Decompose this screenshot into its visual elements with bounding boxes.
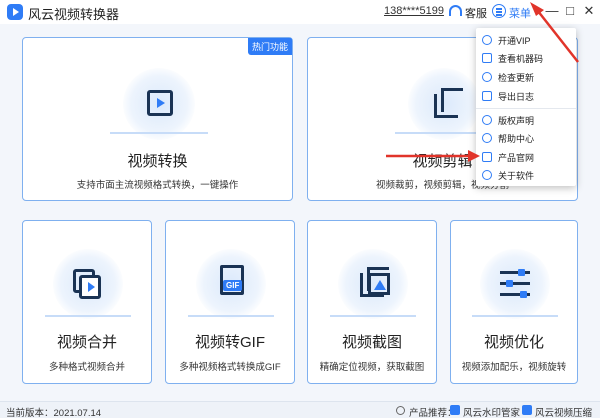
card-title: 视频优化 [483,334,544,351]
machine-code-icon [482,53,492,63]
dropdown-menu: 开通VIP 查看机器码 检查更新 导出日志 版权声明 帮助中心 产品官网 关于软… [476,28,576,186]
card-desc: 支持市面主流视频格式转换，一键操作 [76,180,239,191]
card-title: 视频转换 [127,153,188,170]
menu-item-about[interactable]: 关于软件 [476,166,576,184]
menu-item-check-update[interactable]: 检查更新 [476,68,576,86]
close-button[interactable]: ✕ [580,2,598,20]
copyright-icon [482,115,492,125]
menu-item-help-center[interactable]: 帮助中心 [476,129,576,147]
sliders-icon [500,269,530,299]
watermark-app-icon[interactable] [450,405,460,415]
recommend-link-watermark[interactable]: 风云水印管家 [463,405,520,418]
vip-icon [482,35,492,45]
status-bar: 当前版本：2021.07.14 产品推荐： 风云水印管家 风云视频压缩 [0,401,600,418]
crop-icon [434,88,463,118]
card-title: 视频截图 [341,334,402,351]
card-video-to-gif[interactable]: GIF 视频转GIF 多种视频格式转换成GIF [165,220,295,384]
card-video-optimize[interactable]: 视频优化 视频添加配乐，视频旋转 [450,220,578,384]
maximize-button[interactable]: □ [561,2,579,20]
card-desc: 精确定位视频，获取截图 [319,362,425,373]
card-title: 视频转GIF [195,334,265,351]
card-title: 视频合并 [56,334,117,351]
card-video-merge[interactable]: 视频合并 多种格式视频合并 [22,220,152,384]
menu-item-machine-code[interactable]: 查看机器码 [476,49,576,67]
hot-feature-badge: 热门功能 [247,38,292,55]
minimize-button[interactable]: — [543,2,561,20]
menu-button[interactable]: 菜单 [509,5,531,21]
account-phone-link[interactable]: 138****5199 [384,5,444,17]
menu-icon[interactable] [492,4,506,18]
merge-icon [79,275,101,299]
website-icon [482,152,492,162]
menu-item-export-log[interactable]: 导出日志 [476,87,576,105]
help-icon [482,133,492,143]
customer-service-button[interactable]: 客服 [465,5,487,21]
log-icon [482,91,492,101]
card-video-screenshot[interactable]: 视频截图 精确定位视频，获取截图 [307,220,437,384]
app-logo-icon [7,4,23,20]
card-desc: 多种格式视频合并 [48,362,125,373]
card-desc: 多种视频格式转换成GIF [179,362,281,373]
gif-label: GIF [223,280,243,291]
title-bar: 风云视频转换器 138****5199 客服 菜单 — □ ✕ [0,0,600,24]
recommend-icon [396,406,405,415]
compress-app-icon[interactable] [522,405,532,415]
screenshot-icon [368,273,390,295]
headset-icon[interactable] [449,5,462,16]
menu-divider [476,108,576,109]
version-label: 当前版本：2021.07.14 [6,408,102,418]
menu-item-website[interactable]: 产品官网 [476,148,576,166]
menu-item-vip[interactable]: 开通VIP [476,31,576,49]
about-icon [482,170,492,180]
menu-item-copyright[interactable]: 版权声明 [476,111,576,129]
video-convert-icon [147,90,173,116]
app-title: 风云视频转换器 [28,7,120,22]
update-icon [482,72,492,82]
card-video-convert[interactable]: 热门功能 视频转换 支持市面主流视频格式转换，一键操作 [22,37,293,201]
card-desc: 视频添加配乐，视频旋转 [461,362,567,373]
recommend-link-compress[interactable]: 风云视频压缩 [535,405,592,418]
